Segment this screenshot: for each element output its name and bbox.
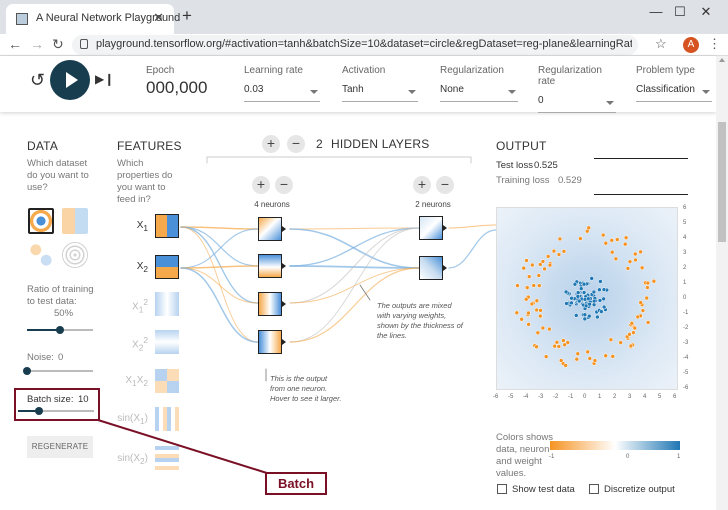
callout-leader-line: [97, 419, 271, 475]
batch-highlight-box: [14, 388, 100, 421]
batch-callout-label: Batch: [265, 472, 327, 495]
